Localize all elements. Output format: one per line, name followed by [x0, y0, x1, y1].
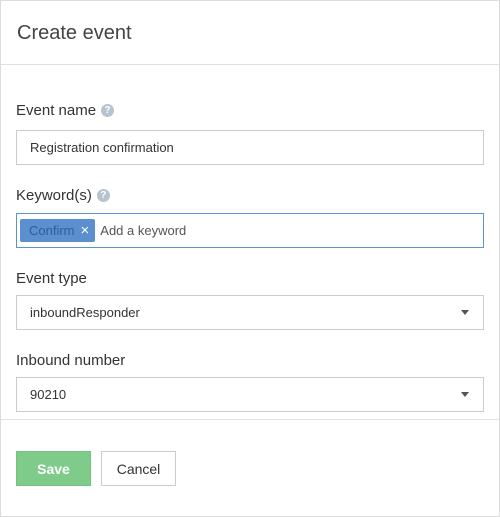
event-type-selected-value: inboundResponder — [30, 305, 140, 320]
event-type-select[interactable]: inboundResponder — [16, 295, 484, 330]
close-icon[interactable]: × — [81, 223, 90, 238]
dialog-body: Event name ? Registration confirmation K… — [1, 65, 499, 420]
dialog-header: Create event — [1, 1, 499, 65]
save-button[interactable]: Save — [16, 451, 91, 486]
inbound-number-selected-value: 90210 — [30, 387, 67, 402]
caret-down-icon — [461, 310, 469, 315]
event-name-input[interactable]: Registration confirmation — [16, 130, 484, 165]
event-name-value: Registration confirmation — [30, 140, 174, 155]
keyword-tag-label: Confirm — [29, 223, 75, 238]
keywords-label-text: Keyword(s) — [16, 186, 92, 204]
dialog-title: Create event — [17, 22, 132, 44]
inbound-number-label: Inbound number — [16, 350, 484, 370]
event-name-label-text: Event name — [16, 101, 97, 119]
event-name-label: Event name ? — [16, 100, 484, 120]
event-type-label-text: Event type — [16, 269, 87, 287]
dialog-footer: Save Cancel — [1, 420, 499, 486]
question-circle-icon[interactable]: ? — [101, 103, 115, 117]
inbound-number-select[interactable]: 90210 — [16, 377, 484, 412]
keywords-field: Keyword(s) ? Confirm × — [16, 165, 484, 248]
create-event-dialog: Create event Event name ? Registration c… — [0, 0, 500, 517]
question-circle-icon[interactable]: ? — [96, 188, 110, 202]
event-type-field: Event type inboundResponder — [16, 248, 484, 330]
event-name-field: Event name ? Registration confirmation — [16, 65, 484, 165]
inbound-number-label-text: Inbound number — [16, 351, 126, 369]
event-type-label: Event type — [16, 268, 484, 288]
inbound-number-field: Inbound number 90210 — [16, 330, 484, 412]
keyword-input[interactable] — [100, 218, 483, 243]
cancel-button[interactable]: Cancel — [101, 451, 176, 486]
keywords-label: Keyword(s) ? — [16, 185, 484, 205]
keywords-input-box[interactable]: Confirm × — [16, 213, 484, 248]
keyword-tag: Confirm × — [20, 219, 96, 242]
caret-down-icon — [461, 392, 469, 397]
